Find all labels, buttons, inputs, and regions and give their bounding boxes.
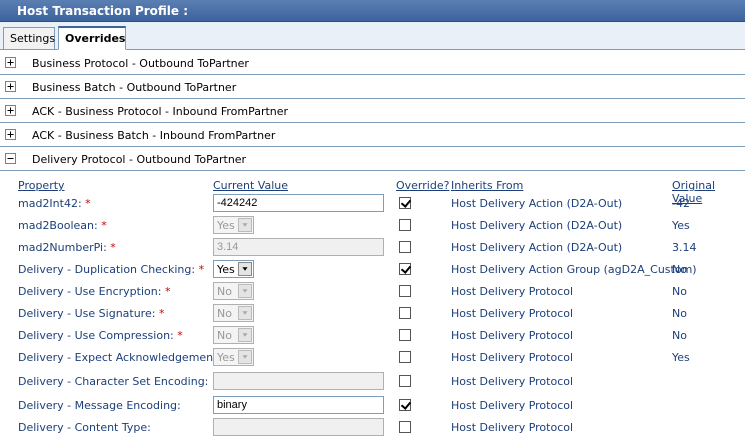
value-input[interactable] [213, 238, 384, 256]
tab-settings[interactable]: Settings [3, 27, 55, 50]
expand-plus-icon[interactable] [5, 57, 16, 68]
original-value-text: No [672, 263, 687, 276]
dropdown-arrow-icon [238, 262, 252, 276]
column-header-override: Override? [396, 179, 450, 192]
dropdown-arrow-icon [238, 350, 252, 364]
inherits-from-text: Host Delivery Protocol [451, 399, 574, 412]
override-checkbox[interactable] [399, 399, 411, 411]
override-checkbox[interactable] [399, 307, 411, 319]
expand-plus-icon[interactable] [5, 105, 16, 116]
section-ack-business-batch[interactable]: ACK - Business Batch - Inbound FromPartn… [0, 123, 745, 147]
value-select[interactable]: No [213, 282, 254, 300]
inherits-from-text: Host Delivery Protocol [451, 307, 574, 320]
property-label: mad2NumberPi: * [18, 241, 116, 254]
table-row: Delivery - Use Signature: * No Host Deli… [0, 303, 745, 325]
value-input[interactable] [213, 396, 384, 414]
expand-plus-icon[interactable] [5, 129, 16, 140]
original-value-text: -42 [672, 197, 690, 210]
value-select[interactable]: Yes [213, 348, 254, 366]
property-label: Delivery - Expect Acknowledgements: * [18, 351, 236, 364]
tab-overrides[interactable]: Overrides [58, 26, 126, 50]
override-checkbox[interactable] [399, 197, 411, 209]
dropdown-arrow-icon [238, 218, 252, 232]
dropdown-arrow-icon [238, 328, 252, 342]
section-label: Business Protocol - Outbound ToPartner [32, 57, 249, 70]
override-checkbox[interactable] [399, 219, 411, 231]
page-title: Host Transaction Profile : [17, 4, 189, 18]
override-checkbox[interactable] [399, 421, 411, 433]
table-row: Delivery - Message Encoding: Host Delive… [0, 395, 745, 417]
inherits-from-text: Host Delivery Protocol [451, 351, 574, 364]
table-row: Delivery - Use Compression: * No Host De… [0, 325, 745, 347]
collapse-minus-icon[interactable] [5, 153, 16, 164]
inherits-from-text: Host Delivery Protocol [451, 421, 574, 434]
override-checkbox[interactable] [399, 329, 411, 341]
section-label: ACK - Business Batch - Inbound FromPartn… [32, 129, 276, 142]
override-checkbox[interactable] [399, 375, 411, 387]
original-value-text: No [672, 307, 687, 320]
section-label: ACK - Business Protocol - Inbound FromPa… [32, 105, 289, 118]
inherits-from-text: Host Delivery Action Group (agD2A_Custom… [451, 263, 697, 276]
section-label: Delivery Protocol - Outbound ToPartner [32, 153, 247, 166]
original-value-text: No [672, 329, 687, 342]
inherits-from-text: Host Delivery Protocol [451, 375, 574, 388]
property-label: Delivery - Use Signature: * [18, 307, 165, 320]
value-select[interactable]: No [213, 304, 254, 322]
section-business-batch[interactable]: Business Batch - Outbound ToPartner [0, 75, 745, 99]
property-label: Delivery - Character Set Encoding: [18, 375, 209, 388]
property-label: Delivery - Message Encoding: [18, 399, 181, 412]
table-row: Delivery - Character Set Encoding: Host … [0, 371, 745, 393]
value-select[interactable]: No [213, 326, 254, 344]
dropdown-arrow-icon [238, 306, 252, 320]
inherits-from-text: Host Delivery Protocol [451, 285, 574, 298]
table-row: mad2Boolean: * Yes Host Delivery Action … [0, 215, 745, 237]
property-label: Delivery - Content Type: [18, 421, 151, 434]
table-row: mad2Int42: * Host Delivery Action (D2A-O… [0, 193, 745, 215]
original-value-text: No [672, 285, 687, 298]
window-title-bar: Host Transaction Profile : [0, 0, 745, 22]
value-input[interactable] [213, 194, 384, 212]
section-label: Business Batch - Outbound ToPartner [32, 81, 237, 94]
override-checkbox[interactable] [399, 241, 411, 253]
table-row: mad2NumberPi: * Host Delivery Action (D2… [0, 237, 745, 259]
column-header-inherits-from: Inherits From [451, 179, 524, 192]
section-ack-business-protocol[interactable]: ACK - Business Protocol - Inbound FromPa… [0, 99, 745, 123]
override-checkbox[interactable] [399, 285, 411, 297]
property-label: mad2Int42: * [18, 197, 91, 210]
table-row: Delivery - Content Type: Host Delivery P… [0, 417, 745, 439]
table-row: Delivery - Duplication Checking: * Yes H… [0, 259, 745, 281]
column-header-current-value: Current Value [213, 179, 289, 192]
value-select[interactable]: Yes [213, 260, 254, 278]
property-label: Delivery - Use Compression: * [18, 329, 183, 342]
inherits-from-text: Host Delivery Action (D2A-Out) [451, 219, 623, 232]
dropdown-arrow-icon [238, 284, 252, 298]
value-input[interactable] [213, 418, 384, 436]
original-value-text: 3.14 [672, 241, 697, 254]
value-select[interactable]: Yes [213, 216, 254, 234]
inherits-from-text: Host Delivery Action (D2A-Out) [451, 241, 623, 254]
inherits-from-text: Host Delivery Action (D2A-Out) [451, 197, 623, 210]
value-input[interactable] [213, 372, 384, 390]
inherits-from-text: Host Delivery Protocol [451, 329, 574, 342]
table-row: Delivery - Expect Acknowledgements: * Ye… [0, 347, 745, 369]
property-label: Delivery - Duplication Checking: * [18, 263, 205, 276]
override-checkbox[interactable] [399, 263, 411, 275]
property-label: mad2Boolean: * [18, 219, 107, 232]
table-row: Delivery - Use Encryption: * No Host Del… [0, 281, 745, 303]
override-checkbox[interactable] [399, 351, 411, 363]
section-business-protocol[interactable]: Business Protocol - Outbound ToPartner [0, 51, 745, 75]
expand-plus-icon[interactable] [5, 81, 16, 92]
column-header-property: Property [18, 179, 65, 192]
property-label: Delivery - Use Encryption: * [18, 285, 171, 298]
section-delivery-protocol[interactable]: Delivery Protocol - Outbound ToPartner [0, 147, 745, 171]
original-value-text: Yes [672, 219, 690, 232]
original-value-text: Yes [672, 351, 690, 364]
